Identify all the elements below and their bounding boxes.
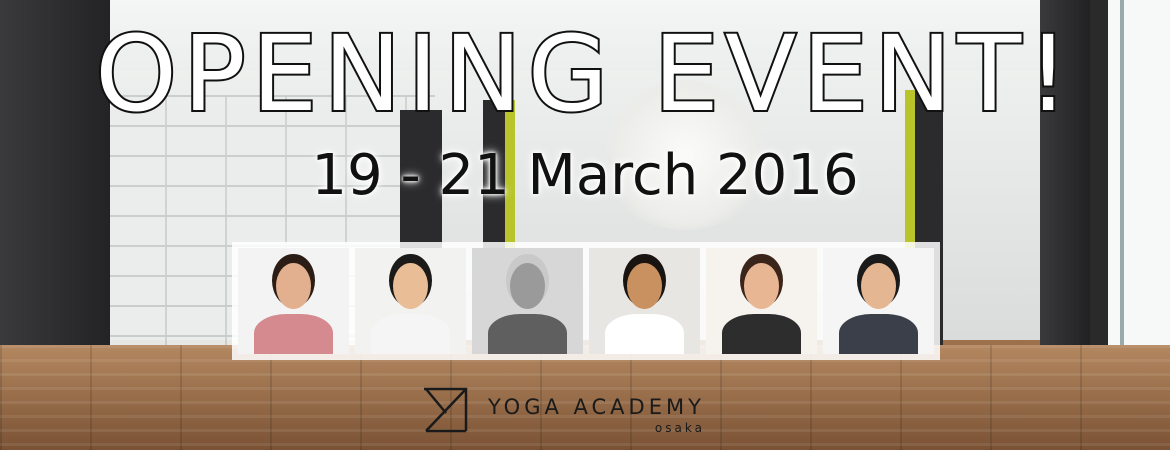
- portrait-body: [604, 313, 685, 354]
- portrait-body: [253, 313, 334, 354]
- portrait-body: [721, 313, 802, 354]
- instructor-photo: [238, 248, 349, 354]
- portrait-body: [370, 313, 451, 354]
- logo-name: YOGA ACADEMY: [488, 395, 705, 419]
- portrait-body: [487, 313, 568, 354]
- instructor-photo-strip: [232, 242, 940, 360]
- ya-logo-icon: [424, 387, 468, 433]
- instructor-photo: [589, 248, 700, 354]
- yoga-academy-logo: YOGA ACADEMY osaka: [420, 383, 705, 435]
- logo-subtitle: osaka: [654, 421, 705, 435]
- instructor-photo: [472, 248, 583, 354]
- instructor-photo: [706, 248, 817, 354]
- headline: OPENING EVENT!: [93, 13, 1075, 135]
- portrait-body: [838, 313, 919, 354]
- instructor-photo: [823, 248, 934, 354]
- event-date: 19 - 21 March 2016: [311, 143, 859, 208]
- event-banner: OPENING EVENT! 19 - 21 March 2016 YOGA A…: [0, 0, 1170, 450]
- instructor-photo: [355, 248, 466, 354]
